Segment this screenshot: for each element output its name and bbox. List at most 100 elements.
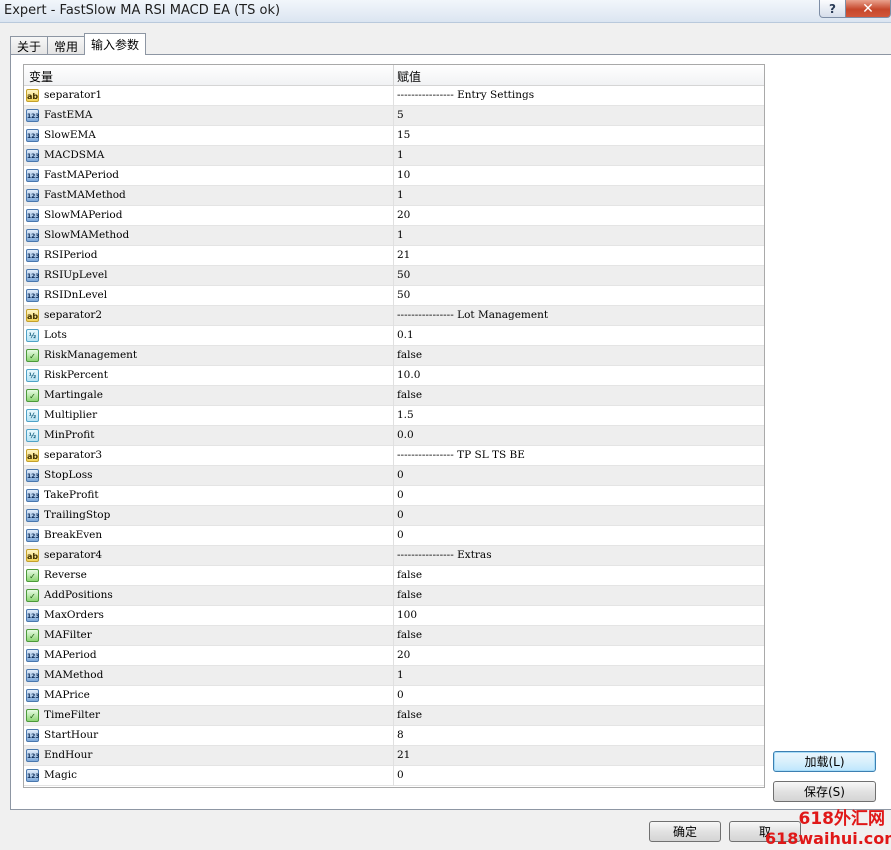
watermark-line1: 618外汇网 bbox=[798, 809, 886, 829]
table-row[interactable]: 123 Magic 0 bbox=[24, 766, 764, 786]
table-row[interactable]: 123 FastMAMethod 1 bbox=[24, 186, 764, 206]
parameter-value[interactable]: 0 bbox=[397, 489, 404, 501]
parameter-value[interactable]: 0.1 bbox=[397, 329, 414, 341]
table-row[interactable]: ✓ TimeFilter false bbox=[24, 706, 764, 726]
table-row[interactable]: 123 FastEMA 5 bbox=[24, 106, 764, 126]
parameter-value[interactable]: 0 bbox=[397, 509, 404, 521]
help-button[interactable]: ? bbox=[819, 0, 846, 18]
column-header-variable[interactable]: 变量 bbox=[29, 68, 53, 85]
table-row[interactable]: ½ Multiplier 1.5 bbox=[24, 406, 764, 426]
parameter-value[interactable]: 1.5 bbox=[397, 409, 414, 421]
tab-inputs[interactable]: 输入参数 bbox=[84, 33, 147, 55]
parameter-value[interactable]: 0 bbox=[397, 529, 404, 541]
parameter-value[interactable]: ---------------- Entry Settings bbox=[397, 89, 534, 101]
title-bar[interactable]: Expert - FastSlow MA RSI MACD EA (TS ok)… bbox=[0, 0, 891, 23]
integer-type-icon: 123 bbox=[26, 749, 40, 762]
load-button[interactable]: 加载(L) bbox=[773, 751, 876, 772]
parameter-name: MinProfit bbox=[44, 429, 95, 441]
parameter-value[interactable]: 21 bbox=[397, 749, 410, 761]
parameter-name: RSIUpLevel bbox=[44, 269, 108, 281]
cell-divider bbox=[393, 126, 394, 146]
table-row[interactable]: 123 FastMAPeriod 10 bbox=[24, 166, 764, 186]
table-row[interactable]: ab separator4 ---------------- Extras bbox=[24, 546, 764, 566]
table-row[interactable]: 123 MAPrice 0 bbox=[24, 686, 764, 706]
column-divider[interactable] bbox=[393, 65, 394, 85]
parameter-value[interactable]: 20 bbox=[397, 649, 410, 661]
table-row[interactable]: 123 MACDSMA 1 bbox=[24, 146, 764, 166]
cell-divider bbox=[393, 206, 394, 226]
tab-about[interactable]: 关于 bbox=[10, 36, 49, 55]
cell-divider bbox=[393, 606, 394, 626]
parameter-value[interactable]: false bbox=[397, 709, 422, 721]
table-row[interactable]: 123 RSIDnLevel 50 bbox=[24, 286, 764, 306]
tab-common[interactable]: 常用 bbox=[47, 36, 86, 55]
table-row[interactable]: 123 MAPeriod 20 bbox=[24, 646, 764, 666]
cell-divider bbox=[393, 586, 394, 606]
boolean-type-icon: ✓ bbox=[26, 629, 39, 642]
table-row[interactable]: ✓ RiskManagement false bbox=[24, 346, 764, 366]
column-header-value[interactable]: 赋值 bbox=[397, 68, 421, 85]
parameter-value[interactable]: 0.0 bbox=[397, 429, 414, 441]
save-button[interactable]: 保存(S) bbox=[773, 781, 876, 802]
parameter-value[interactable]: false bbox=[397, 569, 422, 581]
table-row[interactable]: 123 StopLoss 0 bbox=[24, 466, 764, 486]
parameter-value[interactable]: 1 bbox=[397, 189, 404, 201]
table-row[interactable]: ab separator1 ---------------- Entry Setti… bbox=[24, 86, 764, 106]
table-row[interactable]: ✓ MAFilter false bbox=[24, 626, 764, 646]
site-watermark: 618外汇网 618waihui.com bbox=[765, 809, 891, 849]
table-row[interactable]: ✓ Reverse false bbox=[24, 566, 764, 586]
parameter-value[interactable]: 10 bbox=[397, 169, 410, 181]
ok-button[interactable]: 确定 bbox=[649, 821, 721, 842]
table-row[interactable]: 123 BreakEven 0 bbox=[24, 526, 764, 546]
table-row[interactable]: 123 RSIPeriod 21 bbox=[24, 246, 764, 266]
integer-type-icon: 123 bbox=[26, 509, 40, 522]
parameter-value[interactable]: 21 bbox=[397, 249, 410, 261]
parameter-value[interactable]: false bbox=[397, 629, 422, 641]
parameter-value[interactable]: false bbox=[397, 349, 422, 361]
table-row[interactable]: ✓ AddPositions false bbox=[24, 586, 764, 606]
parameter-value[interactable]: 0 bbox=[397, 469, 404, 481]
parameter-value[interactable]: 0 bbox=[397, 689, 404, 701]
parameter-value[interactable]: 10.0 bbox=[397, 369, 420, 381]
parameter-value[interactable]: 50 bbox=[397, 269, 410, 281]
parameter-name: Multiplier bbox=[44, 409, 98, 421]
parameter-value[interactable]: 8 bbox=[397, 729, 404, 741]
parameter-value[interactable]: ---------------- Lot Management bbox=[397, 309, 548, 321]
parameter-value[interactable]: 1 bbox=[397, 229, 404, 241]
parameter-value[interactable]: 20 bbox=[397, 209, 410, 221]
table-row[interactable]: 123 MAMethod 1 bbox=[24, 666, 764, 686]
cell-divider bbox=[393, 466, 394, 486]
table-row[interactable]: 123 SlowMAMethod 1 bbox=[24, 226, 764, 246]
table-row[interactable]: 123 TrailingStop 0 bbox=[24, 506, 764, 526]
parameter-value[interactable]: 15 bbox=[397, 129, 410, 141]
parameter-value[interactable]: 1 bbox=[397, 669, 404, 681]
table-row[interactable]: ab separator2 ---------------- Lot Managem… bbox=[24, 306, 764, 326]
table-row[interactable]: 123 StartHour 8 bbox=[24, 726, 764, 746]
parameter-value[interactable]: 1 bbox=[397, 149, 404, 161]
parameters-grid[interactable]: 变量 赋值 ab separator1 ---------------- Entry… bbox=[23, 64, 765, 788]
close-button[interactable]: ✕ bbox=[846, 0, 891, 18]
table-row[interactable]: 123 MaxOrders 100 bbox=[24, 606, 764, 626]
parameter-value[interactable]: 0 bbox=[397, 769, 404, 781]
table-row[interactable]: 123 TakeProfit 0 bbox=[24, 486, 764, 506]
parameter-name: BreakEven bbox=[44, 529, 103, 541]
parameter-value[interactable]: ---------------- TP SL TS BE bbox=[397, 449, 525, 461]
table-row[interactable]: ½ MinProfit 0.0 bbox=[24, 426, 764, 446]
parameter-value[interactable]: false bbox=[397, 589, 422, 601]
integer-type-icon: 123 bbox=[26, 249, 40, 262]
parameter-value[interactable]: 100 bbox=[397, 609, 417, 621]
table-row[interactable]: ✓ Martingale false bbox=[24, 386, 764, 406]
table-row[interactable]: ab separator3 ---------------- TP SL TS BE bbox=[24, 446, 764, 466]
table-row[interactable]: ½ Lots 0.1 bbox=[24, 326, 764, 346]
table-row[interactable]: 123 SlowEMA 15 bbox=[24, 126, 764, 146]
table-row[interactable]: ½ RiskPercent 10.0 bbox=[24, 366, 764, 386]
cell-divider bbox=[393, 346, 394, 366]
parameter-value[interactable]: 50 bbox=[397, 289, 410, 301]
parameter-value[interactable]: ---------------- Extras bbox=[397, 549, 492, 561]
watermark-line2: 618waihui.com bbox=[765, 829, 891, 848]
table-row[interactable]: 123 SlowMAPeriod 20 bbox=[24, 206, 764, 226]
parameter-value[interactable]: false bbox=[397, 389, 422, 401]
parameter-value[interactable]: 5 bbox=[397, 109, 404, 121]
table-row[interactable]: 123 EndHour 21 bbox=[24, 746, 764, 766]
table-row[interactable]: 123 RSIUpLevel 50 bbox=[24, 266, 764, 286]
